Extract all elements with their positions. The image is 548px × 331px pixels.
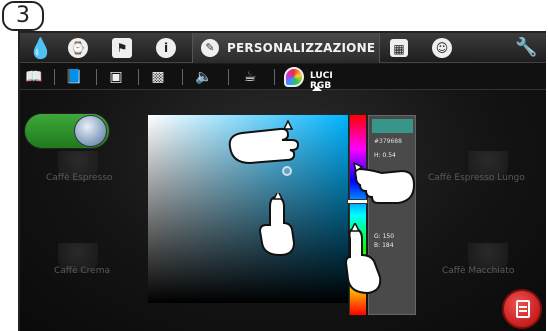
wrench-icon[interactable]: 🔧	[515, 38, 537, 58]
book-icon[interactable]: 📖	[22, 68, 46, 86]
separator	[138, 69, 139, 85]
document-icon	[516, 300, 530, 318]
active-indicator	[312, 86, 322, 91]
separator	[228, 69, 229, 85]
hand-pointer-icon	[258, 193, 296, 257]
clock-icon[interactable]: ⌚	[68, 38, 88, 58]
tab-personalizzazione-label: PERSONALIZZAZIONE	[227, 41, 376, 55]
toggle-knob[interactable]	[74, 115, 107, 147]
book-open-icon[interactable]: 📘	[62, 68, 86, 86]
bg-item-label: Caffè Espresso	[46, 173, 113, 183]
calendar-icon[interactable]: ▦	[390, 39, 408, 57]
drop-icon[interactable]: 💧	[28, 38, 53, 58]
color-pick-point[interactable]	[282, 166, 292, 176]
image-icon[interactable]: ▣	[104, 68, 128, 86]
person-icon[interactable]: ☺	[432, 38, 452, 58]
hand-pointer-icon	[344, 223, 382, 295]
bg-item-label: Caffè Macchiato	[442, 266, 515, 276]
bg-item-label: Caffè Espresso Lungo	[428, 173, 525, 183]
hex-value: #379688	[374, 138, 402, 145]
rgb-toggle-switch[interactable]	[24, 113, 110, 149]
flag-icon[interactable]: ⚑	[112, 38, 132, 58]
separator	[54, 69, 55, 85]
palette-icon	[284, 67, 304, 87]
tab-personalizzazione[interactable]: ✎ PERSONALIZZAZIONE	[192, 33, 380, 63]
hand-pointer-icon	[228, 119, 300, 165]
info-icon[interactable]: i	[156, 38, 176, 58]
page: 3 💧 ⌚ ⚑ i ✎ PERSONALIZZAZIONE ▦ ☺ 🔧 📖 📘 …	[0, 0, 548, 331]
tab-luci-rgb[interactable]: LUCI RGB	[282, 66, 354, 91]
hand-pointer-icon	[352, 161, 416, 204]
separator	[274, 69, 275, 85]
pen-icon: ✎	[201, 39, 219, 57]
bg-item-label: Caffè Crema	[54, 266, 111, 276]
speaker-icon[interactable]: 🔈	[192, 68, 216, 86]
sub-nav-bar: 📖 📘 ▣ ▩ 🔈 ☕ LUCI RGB	[20, 64, 546, 91]
top-nav-bar: 💧 ⌚ ⚑ i ✎ PERSONALIZZAZIONE ▦ ☺ 🔧	[20, 33, 546, 63]
photo-icon[interactable]: ▩	[146, 68, 170, 86]
separator	[96, 69, 97, 85]
step-badge: 3	[2, 1, 44, 31]
separator	[182, 69, 183, 85]
menu-button[interactable]	[502, 289, 542, 329]
device-screen: 💧 ⌚ ⚑ i ✎ PERSONALIZZAZIONE ▦ ☺ 🔧 📖 📘 ▣ …	[18, 31, 546, 331]
color-swatch	[372, 119, 413, 133]
cup-icon[interactable]: ☕	[238, 68, 262, 86]
